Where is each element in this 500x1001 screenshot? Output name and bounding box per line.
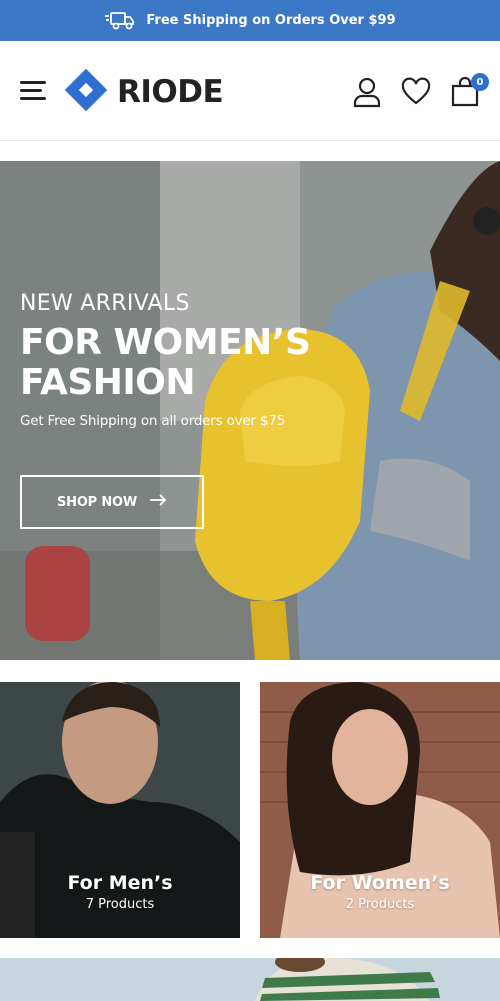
category-count: 7 Products [85,897,155,912]
promo-banner-image [0,958,500,1001]
truck-icon [104,10,136,32]
site-header: RIODE 0 [0,41,500,141]
hero-subtitle: Get Free Shipping on all orders over $75 [20,413,286,429]
hero-image [0,161,500,660]
user-icon[interactable] [352,76,382,108]
logo[interactable]: RIODE [64,68,224,116]
cart-count-badge: 0 [471,73,489,91]
arrow-right-icon [149,494,167,510]
announcement-bar: Free Shipping on Orders Over $99 [0,0,500,41]
announcement-text: Free Shipping on Orders Over $99 [146,13,396,28]
category-title: For Men’s [67,872,173,894]
hero-title: FOR WOMEN’S FASHION [20,322,311,403]
shop-now-label: SHOP NOW [56,494,138,510]
shop-now-button[interactable]: SHOP NOW [20,475,204,529]
heart-icon[interactable] [401,76,431,108]
hamburger-menu-icon[interactable] [20,81,46,101]
category-title: For Women’s [310,872,450,894]
category-card-women[interactable]: For Women’s 2 Products [260,682,500,938]
category-card-men[interactable]: For Men’s 7 Products [0,682,240,938]
logo-text: RIODE [117,74,224,110]
logo-mark-icon [64,68,108,116]
hero-banner: NEW ARRIVALS FOR WOMEN’S FASHION Get Fre… [0,161,500,660]
hero-eyebrow: NEW ARRIVALS [20,291,190,316]
category-count: 2 Products [345,897,415,912]
promo-banner-partial [0,958,500,1001]
